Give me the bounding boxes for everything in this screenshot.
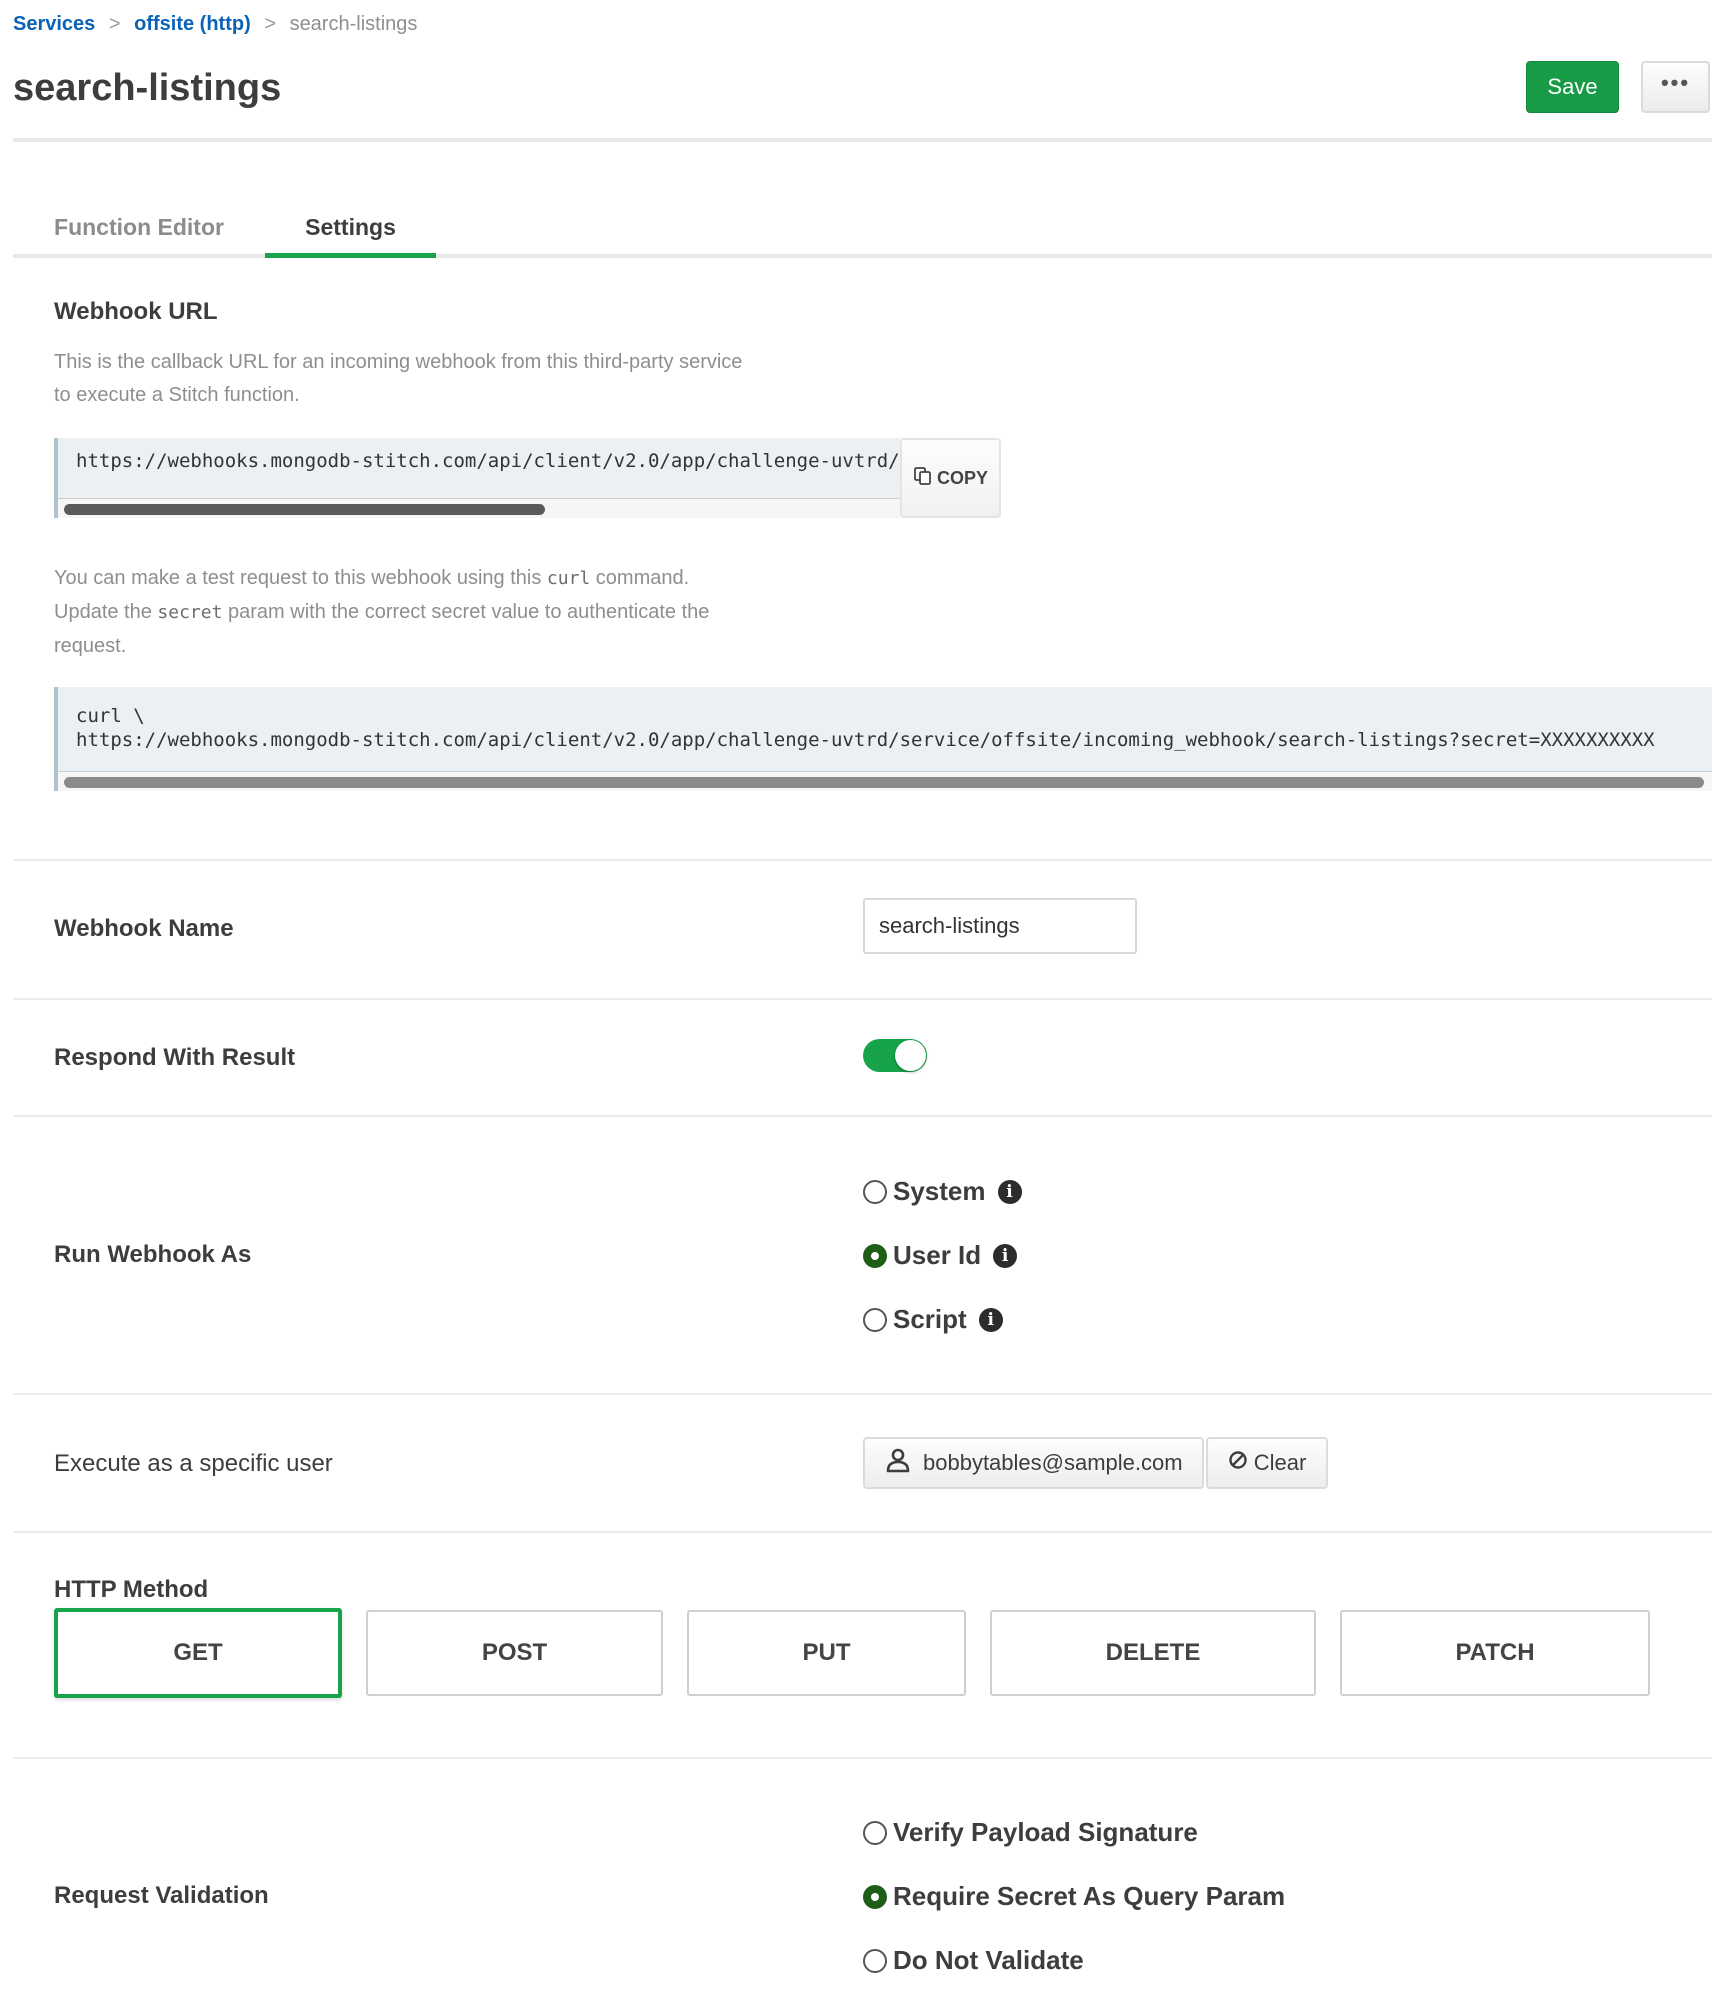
tab-bar: Function Editor Settings	[13, 205, 1712, 258]
save-button[interactable]: Save	[1526, 61, 1619, 113]
method-get-button[interactable]: GET	[54, 1608, 342, 1698]
info-icon[interactable]: i	[978, 1307, 1003, 1332]
section-divider	[13, 859, 1712, 861]
radio-button-checked[interactable]	[863, 1243, 887, 1268]
execute-as-user-label: Execute as a specific user	[54, 1450, 333, 1477]
radio-label: Verify Payload Signature	[893, 1817, 1198, 1847]
radio-label: User Id	[893, 1240, 982, 1270]
method-delete-button[interactable]: DELETE	[990, 1610, 1316, 1696]
ban-icon	[1228, 1450, 1248, 1476]
breadcrumb-separator: >	[264, 13, 276, 35]
tab-function-editor[interactable]: Function Editor	[13, 205, 265, 258]
method-post-button[interactable]: POST	[366, 1610, 663, 1696]
tab-settings[interactable]: Settings	[265, 205, 436, 258]
breadcrumb-offsite-link[interactable]: offsite (http)	[134, 13, 251, 35]
respond-with-result-label: Respond With Result	[54, 1044, 296, 1071]
section-divider	[13, 1757, 1712, 1759]
curl-scrollbar[interactable]	[58, 771, 1712, 791]
copy-icon	[913, 466, 933, 491]
radio-button[interactable]	[863, 1179, 887, 1204]
webhook-url-title: Webhook URL	[54, 298, 218, 325]
breadcrumb: Services > offsite (http) > search-listi…	[13, 10, 417, 38]
toggle-knob	[895, 1040, 926, 1071]
radio-do-not-validate[interactable]: Do Not Validate	[863, 1945, 1084, 1976]
selected-user-button[interactable]: bobbytables@sample.com	[863, 1437, 1204, 1489]
request-validation-label: Request Validation	[54, 1882, 269, 1909]
webhook-url-description-2: to execute a Stitch function.	[54, 384, 300, 406]
section-divider	[13, 1115, 1712, 1117]
active-tab-indicator	[265, 253, 436, 258]
section-divider	[13, 998, 1712, 1000]
radio-label: Do Not Validate	[893, 1945, 1084, 1975]
curl-description-1: You can make a test request to this webh…	[54, 567, 690, 589]
radio-button[interactable]	[863, 1948, 887, 1973]
radio-system[interactable]: System i	[863, 1176, 1022, 1207]
selected-user-email: bobbytables@sample.com	[923, 1450, 1183, 1475]
curl-line-2[interactable]: https://webhooks.mongodb-stitch.com/api/…	[76, 729, 1655, 751]
webhook-name-input[interactable]	[863, 898, 1137, 954]
radio-button[interactable]	[863, 1307, 887, 1332]
curl-line-1[interactable]: curl \	[76, 705, 145, 727]
radio-verify-payload-signature[interactable]: Verify Payload Signature	[863, 1817, 1198, 1848]
url-scrollbar-thumb[interactable]	[64, 504, 545, 515]
radio-script[interactable]: Script i	[863, 1304, 1003, 1335]
curl-command-box[interactable]: curl \ https://webhooks.mongodb-stitch.c…	[54, 687, 1712, 791]
section-divider	[13, 1531, 1712, 1533]
method-patch-button[interactable]: PATCH	[1340, 1610, 1650, 1696]
curl-description-2: Update the secret param with the correct…	[54, 601, 710, 623]
copy-label: COPY	[936, 467, 988, 488]
more-options-button[interactable]: •••	[1641, 61, 1710, 113]
section-divider	[13, 1393, 1712, 1395]
curl-description-3: request.	[54, 635, 127, 657]
info-icon[interactable]: i	[993, 1243, 1018, 1268]
breadcrumb-current: search-listings	[289, 13, 418, 35]
radio-button-checked[interactable]	[863, 1884, 887, 1909]
ellipsis-icon: •••	[1660, 70, 1691, 95]
radio-label: Require Secret As Query Param	[893, 1881, 1286, 1911]
radio-label: System	[893, 1176, 986, 1206]
radio-label: Script	[893, 1304, 967, 1334]
curl-scrollbar-thumb[interactable]	[64, 777, 1704, 788]
url-scrollbar[interactable]	[58, 498, 900, 518]
page-title: search-listings	[13, 67, 282, 109]
clear-user-button[interactable]: Clear	[1206, 1437, 1328, 1489]
http-method-label: HTTP Method	[54, 1576, 209, 1603]
respond-with-result-toggle[interactable]	[863, 1039, 927, 1072]
clear-label: Clear	[1253, 1450, 1307, 1475]
webhook-name-label: Webhook Name	[54, 915, 234, 942]
radio-user-id[interactable]: User Id i	[863, 1240, 1018, 1271]
run-webhook-as-label: Run Webhook As	[54, 1241, 252, 1268]
webhook-url-text[interactable]: https://webhooks.mongodb-stitch.com/api/…	[76, 450, 900, 472]
radio-button[interactable]	[863, 1820, 887, 1845]
user-icon	[885, 1447, 911, 1479]
info-icon[interactable]: i	[997, 1179, 1022, 1204]
copy-url-button[interactable]: COPY	[900, 438, 1001, 518]
breadcrumb-services-link[interactable]: Services	[13, 13, 95, 35]
method-put-button[interactable]: PUT	[687, 1610, 966, 1696]
header-divider	[13, 138, 1712, 142]
webhook-url-description-1: This is the callback URL for an incoming…	[54, 351, 743, 373]
webhook-url-box[interactable]: https://webhooks.mongodb-stitch.com/api/…	[54, 438, 900, 518]
radio-require-secret[interactable]: Require Secret As Query Param	[863, 1881, 1285, 1912]
tab-settings-label: Settings	[305, 214, 396, 240]
breadcrumb-separator: >	[108, 13, 121, 35]
